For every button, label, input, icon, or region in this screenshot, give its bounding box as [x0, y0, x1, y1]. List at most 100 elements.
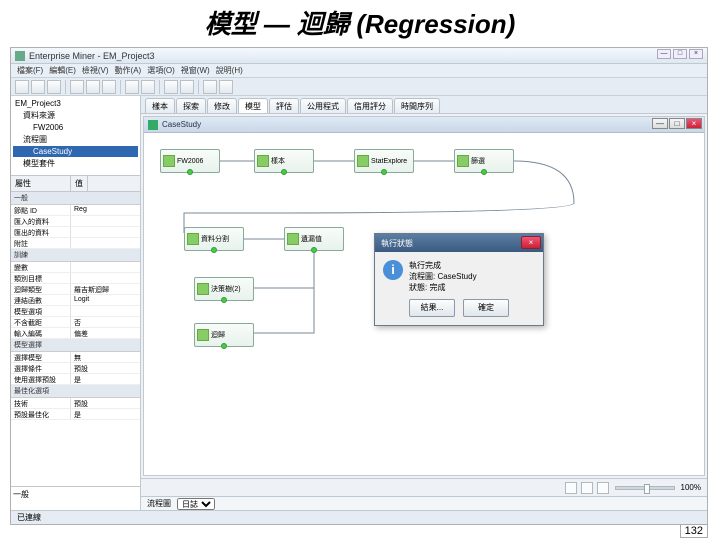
- prop-row[interactable]: 迴歸類型羅吉斯迴歸: [11, 284, 140, 295]
- prop-row[interactable]: 選擇模型無: [11, 352, 140, 363]
- tab-utility[interactable]: 公用程式: [300, 98, 346, 113]
- tool-open-icon[interactable]: [31, 80, 45, 94]
- node-regression[interactable]: 迴歸: [194, 323, 254, 347]
- menu-options[interactable]: 選項(O): [147, 65, 175, 76]
- project-tree[interactable]: EM_Project3 資料來源 FW2006 流程圖 CaseStudy 模型…: [11, 96, 140, 176]
- toolbar: [11, 78, 707, 96]
- node-decisiontree[interactable]: 決策樹(2): [194, 277, 254, 301]
- prop-row[interactable]: 匯出的資料: [11, 227, 140, 238]
- prop-row[interactable]: 模型選項: [11, 306, 140, 317]
- node-sample[interactable]: 樣本: [254, 149, 314, 173]
- run-icon[interactable]: [565, 482, 577, 494]
- canvas-statusbar: 100%: [141, 478, 707, 496]
- node-partition[interactable]: 資料分割: [184, 227, 244, 251]
- node-impute[interactable]: 遺漏值: [284, 227, 344, 251]
- dialog-close-button[interactable]: ×: [521, 236, 541, 249]
- page-number: 132: [680, 524, 708, 538]
- results-button[interactable]: 結果...: [409, 299, 455, 317]
- left-panel: EM_Project3 資料來源 FW2006 流程圖 CaseStudy 模型…: [11, 96, 141, 510]
- datasource-icon: [163, 155, 175, 167]
- prop-section: 最佳化選項: [11, 385, 140, 398]
- tab-credit[interactable]: 信用評分: [347, 98, 393, 113]
- tab-explore[interactable]: 探索: [176, 98, 206, 113]
- tree-diagrams[interactable]: 流程圖: [13, 133, 138, 146]
- prop-row[interactable]: 連結函數Logit: [11, 295, 140, 306]
- log-dropdown[interactable]: 日誌: [177, 498, 215, 510]
- partition-icon: [187, 233, 199, 245]
- canvas-close-button[interactable]: ×: [686, 118, 702, 129]
- tool-undo-icon[interactable]: [125, 80, 139, 94]
- zoom-slider[interactable]: [615, 486, 675, 490]
- diagram-icon: [148, 120, 158, 130]
- tool-help-icon[interactable]: [219, 80, 233, 94]
- tab-modify[interactable]: 修改: [207, 98, 237, 113]
- pointer-icon[interactable]: [581, 482, 593, 494]
- log-label: 流程圖: [147, 498, 171, 509]
- tree-packages[interactable]: 模型套件: [13, 157, 138, 170]
- minimize-button[interactable]: —: [657, 49, 671, 59]
- regression-icon: [197, 329, 209, 341]
- tool-run-icon[interactable]: [164, 80, 178, 94]
- right-panel: 樣本 探索 修改 模型 評估 公用程式 信用評分 時間序列 CaseStudy …: [141, 96, 707, 510]
- app-window: Enterprise Miner - EM_Project3 — □ × 檔案(…: [10, 47, 708, 525]
- node-datasource[interactable]: FW2006: [160, 149, 220, 173]
- menu-action[interactable]: 動作(A): [115, 65, 142, 76]
- dialog-msg3: 狀態: 完成: [409, 282, 477, 293]
- tool-stop-icon[interactable]: [180, 80, 194, 94]
- node-statexplore[interactable]: StatExplore: [354, 149, 414, 173]
- prop-row[interactable]: 變數: [11, 262, 140, 273]
- impute-icon: [287, 233, 299, 245]
- canvas-max-button[interactable]: □: [669, 118, 685, 129]
- dialog-title: 執行狀態: [381, 238, 413, 249]
- tree-fw2006[interactable]: FW2006: [13, 122, 138, 133]
- tab-model[interactable]: 模型: [238, 98, 268, 113]
- prop-row[interactable]: 附註: [11, 238, 140, 249]
- props-panel[interactable]: 一般節點 IDReg匯入的資料匯出的資料附註訓練變數類別目標迴歸類型羅吉斯迴歸連…: [11, 192, 140, 486]
- tool-copy-icon[interactable]: [86, 80, 100, 94]
- info-icon: i: [383, 260, 403, 280]
- prop-row[interactable]: 使用選擇預設是: [11, 374, 140, 385]
- prop-row[interactable]: 類別目標: [11, 273, 140, 284]
- app-titlebar[interactable]: Enterprise Miner - EM_Project3 — □ ×: [11, 48, 707, 64]
- close-button[interactable]: ×: [689, 49, 703, 59]
- prop-row[interactable]: 技術預設: [11, 398, 140, 409]
- menu-edit[interactable]: 編輯(E): [49, 65, 76, 76]
- canvas-title: CaseStudy: [162, 120, 201, 129]
- tool-new-icon[interactable]: [15, 80, 29, 94]
- statexplore-icon: [357, 155, 369, 167]
- canvas-titlebar[interactable]: CaseStudy — □ ×: [144, 117, 704, 133]
- prop-row[interactable]: 匯入的資料: [11, 216, 140, 227]
- tree-datasources[interactable]: 資料來源: [13, 109, 138, 122]
- tool-save-icon[interactable]: [47, 80, 61, 94]
- tool-cut-icon[interactable]: [70, 80, 84, 94]
- prop-row[interactable]: 預設最佳化是: [11, 409, 140, 420]
- props-col-val: 值: [71, 176, 88, 191]
- prop-row[interactable]: 輸入編碼偏差: [11, 328, 140, 339]
- zoom-thumb[interactable]: [644, 484, 650, 494]
- tree-casestudy[interactable]: CaseStudy: [13, 146, 138, 157]
- tab-sample[interactable]: 樣本: [145, 98, 175, 113]
- tool-redo-icon[interactable]: [141, 80, 155, 94]
- maximize-button[interactable]: □: [673, 49, 687, 59]
- node-filter[interactable]: 篩選: [454, 149, 514, 173]
- tool-paste-icon[interactable]: [102, 80, 116, 94]
- menu-file[interactable]: 檔案(F): [17, 65, 43, 76]
- menu-window[interactable]: 視窗(W): [181, 65, 210, 76]
- menu-view[interactable]: 檢視(V): [82, 65, 109, 76]
- dialog-titlebar[interactable]: 執行狀態 ×: [375, 234, 543, 252]
- menubar: 檔案(F) 編輯(E) 檢視(V) 動作(A) 選項(O) 視窗(W) 說明(H…: [11, 64, 707, 78]
- prop-row[interactable]: 節點 IDReg: [11, 205, 140, 216]
- zoom-out-icon[interactable]: [597, 482, 609, 494]
- process-flow-canvas[interactable]: FW2006 樣本 StatExplore 篩選 資料分割 遺漏值 決策樹(2)…: [144, 133, 704, 475]
- ok-button[interactable]: 確定: [463, 299, 509, 317]
- tab-assess[interactable]: 評估: [269, 98, 299, 113]
- prop-row[interactable]: 不含截距否: [11, 317, 140, 328]
- canvas-min-button[interactable]: —: [652, 118, 668, 129]
- tree-root[interactable]: EM_Project3: [13, 98, 138, 109]
- status-text: 已連線: [17, 512, 41, 523]
- tool-zoom-icon[interactable]: [203, 80, 217, 94]
- dialog-msg1: 執行完成: [409, 260, 477, 271]
- prop-row[interactable]: 選擇條件預設: [11, 363, 140, 374]
- menu-help[interactable]: 說明(H): [216, 65, 243, 76]
- tab-time[interactable]: 時間序列: [394, 98, 440, 113]
